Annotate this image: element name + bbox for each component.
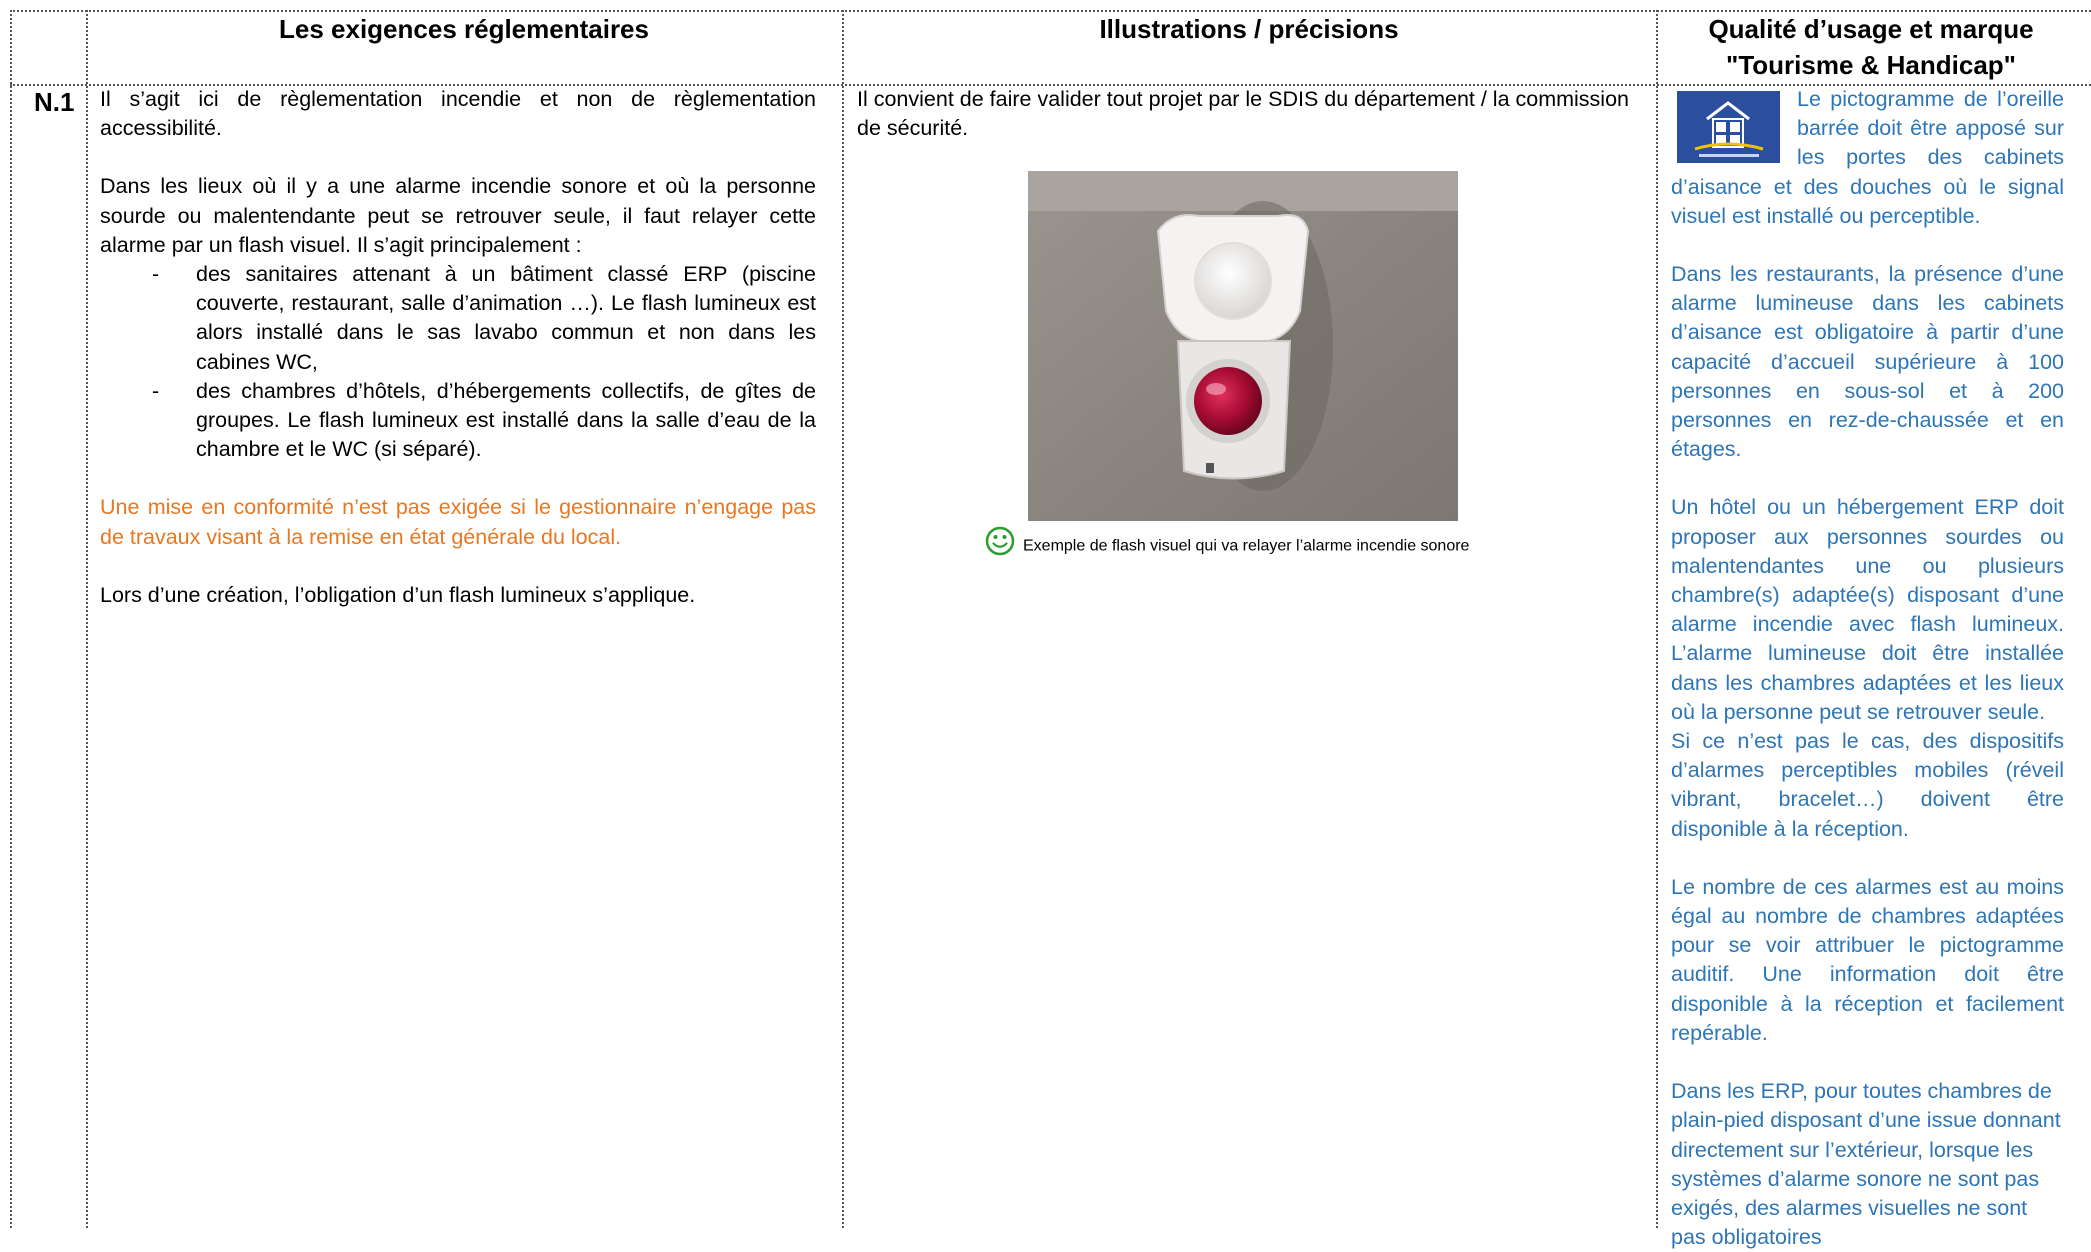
photo-caption: Exemple de flash visuel qui va relayer l… <box>985 526 1469 567</box>
left-border <box>10 10 12 1228</box>
quality-mobile-alarms: Si ce n’est pas le cas, des dispositifs … <box>1671 729 2064 841</box>
list-item-text: des sanitaires attenant à un bâtiment cl… <box>196 262 816 374</box>
quality-ground-floor: Dans les ERP, pour toutes chambres de pl… <box>1671 1079 2061 1250</box>
column-1-border <box>842 10 844 1228</box>
illustrations-intro: Il convient de faire valider tout projet… <box>857 87 1629 141</box>
header-illustrations: Illustrations / précisions <box>1099 14 1399 44</box>
quality-alarm-count: Le nombre de ces alarmes est au moins ég… <box>1671 874 2064 1045</box>
column-2-border <box>1656 10 1658 1228</box>
list-item: - des chambres d’hôtels, d’hébergements c… <box>100 377 816 465</box>
quality-pictogram-text: Le pictogramme de l’oreille barrée doit … <box>1671 85 2064 231</box>
list-item: - des sanitaires attenant à un bâtiment c… <box>100 260 816 377</box>
header-quality: Qualité d’usage et marque "Tourisme & Ha… <box>1708 14 2034 80</box>
illustrations-cell: Il convient de faire valider tout projet… <box>857 85 1629 143</box>
requirements-cell: Il s’agit ici de règlementation incendie… <box>100 85 816 610</box>
flash-alarm-photo <box>1028 171 1458 521</box>
list-dash: - <box>152 378 160 403</box>
requirements-list: - des sanitaires attenant à un bâtiment c… <box>100 260 816 464</box>
header-requirements: Les exigences réglementaires <box>279 14 649 44</box>
logo-spacer <box>1671 85 1797 163</box>
creation-obligation: Lors d’une création, l’obligation d’un f… <box>100 582 696 607</box>
quality-restaurants: Dans les restaurants, la présence d’une … <box>1671 262 2064 462</box>
quality-cell: Le pictogramme de l’oreille barrée doit … <box>1671 85 2064 1252</box>
caption-text: Exemple de flash visuel qui va relayer l… <box>1023 537 1470 555</box>
compliance-warning: Une mise en conformité n’est pas exigée … <box>100 495 816 549</box>
row-label: N.1 <box>34 87 75 117</box>
requirements-intro: Il s’agit ici de règlementation incendie… <box>100 87 816 141</box>
label-column-border <box>86 10 88 1228</box>
quality-hotel: Un hôtel ou un hébergement ERP doit prop… <box>1671 495 2064 724</box>
smiley-icon <box>985 526 1015 567</box>
list-item-text: des chambres d’hôtels, d’hébergements co… <box>196 378 816 462</box>
requirements-description: Dans les lieux où il y a une alarme ince… <box>100 174 816 257</box>
list-dash: - <box>152 262 160 287</box>
